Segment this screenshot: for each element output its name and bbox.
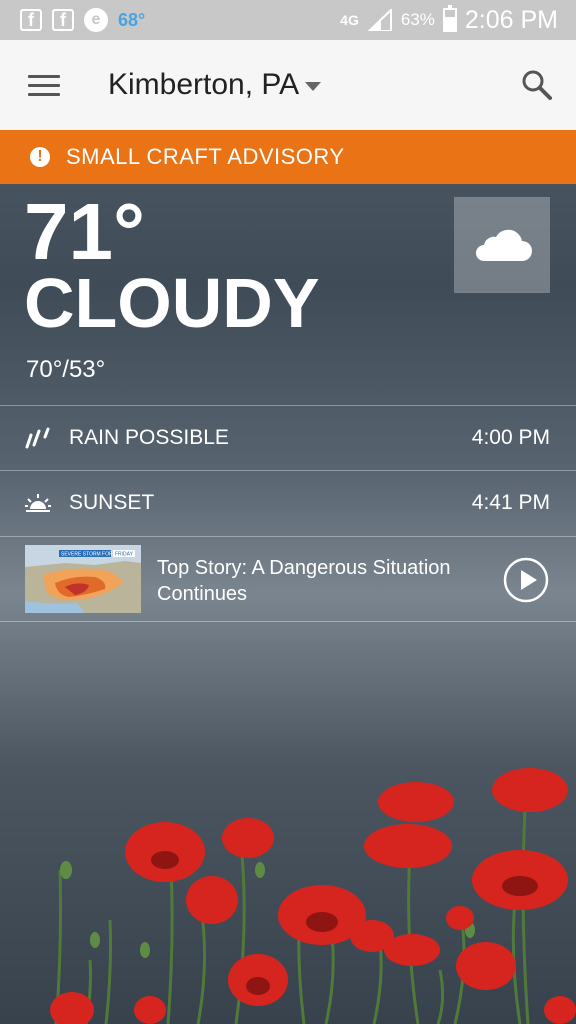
e-icon: e — [84, 8, 108, 32]
sunset-label: SUNSET — [69, 491, 155, 514]
play-icon[interactable] — [503, 557, 549, 603]
divider — [0, 621, 576, 622]
poppy-field-background — [50, 768, 576, 1024]
thumbnail-tag: FRIDAY — [115, 552, 134, 558]
sunset-icon — [25, 494, 51, 512]
app-bar: Kimberton, PA — [0, 40, 576, 130]
sunset-row[interactable]: SUNSET 4:41 PM — [0, 471, 576, 535]
status-bar: f f e 68° 4G 63% 2:06 PM — [0, 0, 576, 40]
clock: 2:06 PM — [464, 5, 558, 34]
location-name: Kimberton, PA — [108, 68, 300, 101]
rain-icon — [25, 427, 50, 449]
battery-percent: 63% — [400, 10, 435, 29]
current-condition: CLOUDY — [24, 264, 320, 342]
high-low-temperature: 70°/53° — [26, 356, 106, 383]
search-icon[interactable] — [520, 68, 554, 102]
location-selector[interactable]: Kimberton, PA — [108, 62, 322, 108]
chevron-down-icon — [305, 81, 322, 91]
advisory-banner[interactable]: ! SMALL CRAFT ADVISORY — [0, 130, 576, 184]
facebook-icon: f — [20, 9, 42, 31]
rain-row[interactable]: RAIN POSSIBLE 4:00 PM — [0, 406, 576, 470]
battery-icon — [442, 5, 457, 32]
facebook-icon: f — [52, 9, 74, 31]
condition-tile[interactable] — [454, 197, 550, 293]
story-thumbnail: SEVERE STORM FORECAST FRIDAY — [25, 545, 141, 613]
story-title: Top Story: A Dangerous Situation Continu… — [157, 557, 451, 605]
status-weather-temp: 68° — [118, 9, 146, 30]
top-story-card[interactable]: SEVERE STORM FORECAST FRIDAY Top Story: … — [0, 537, 576, 621]
signal-icon — [367, 9, 392, 31]
sunset-time: 4:41 PM — [471, 491, 550, 514]
network-type: 4G — [340, 12, 359, 28]
current-temperature: 71° — [24, 187, 145, 276]
advisory-text: SMALL CRAFT ADVISORY — [66, 144, 345, 169]
alert-icon: ! — [30, 147, 50, 167]
rain-label: RAIN POSSIBLE — [69, 426, 229, 449]
weather-home-screen: f f e 68° 4G 63% 2:06 PM Kimberton, PA !… — [0, 0, 576, 1024]
storm-map-thumbnail: SEVERE STORM FORECAST FRIDAY — [25, 545, 141, 613]
cloud-icon — [476, 229, 532, 261]
menu-icon[interactable] — [28, 75, 60, 97]
rain-time: 4:00 PM — [471, 426, 550, 449]
